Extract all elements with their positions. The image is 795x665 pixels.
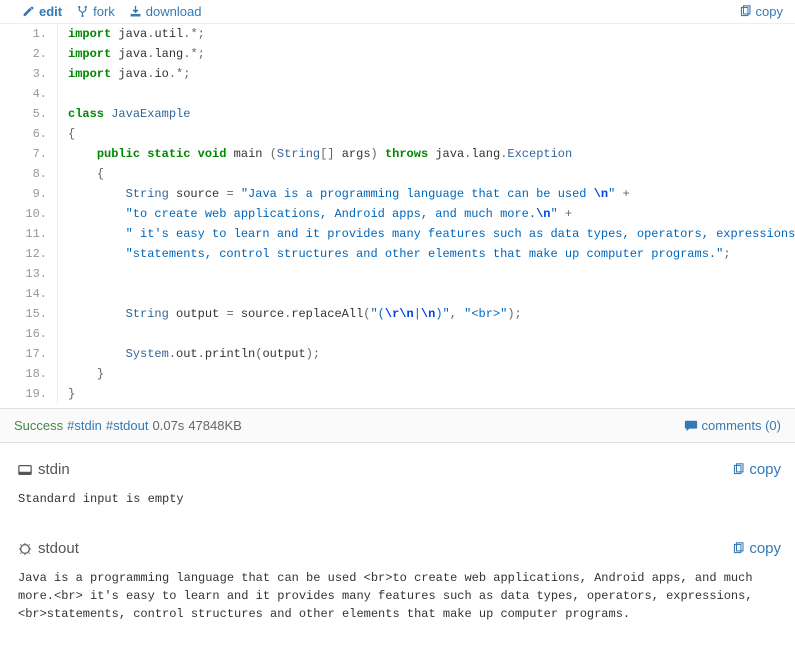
- code-line[interactable]: [58, 84, 795, 104]
- code-row: 18. }: [0, 364, 795, 384]
- line-number: 8.: [0, 164, 58, 184]
- code-line[interactable]: {: [58, 164, 795, 184]
- line-number: 1.: [0, 24, 58, 44]
- code-line[interactable]: import java.io.*;: [58, 64, 795, 84]
- code-row: 1.import java.util.*;: [0, 24, 795, 44]
- line-number: 2.: [0, 44, 58, 64]
- edit-label: edit: [39, 4, 62, 19]
- line-number: 14.: [0, 284, 58, 304]
- code-editor[interactable]: 1.import java.util.*;2.import java.lang.…: [0, 24, 795, 404]
- fork-link[interactable]: fork: [76, 4, 115, 19]
- code-line[interactable]: String source = "Java is a programming l…: [58, 184, 795, 204]
- copy-icon: [739, 5, 752, 18]
- code-line[interactable]: [58, 324, 795, 344]
- code-row: 8. {: [0, 164, 795, 184]
- code-row: 9. String source = "Java is a programmin…: [0, 184, 795, 204]
- line-number: 11.: [0, 224, 58, 244]
- download-label: download: [146, 4, 202, 19]
- line-number: 5.: [0, 104, 58, 124]
- line-number: 19.: [0, 384, 58, 404]
- line-number: 9.: [0, 184, 58, 204]
- edit-link[interactable]: edit: [22, 4, 62, 19]
- code-line[interactable]: import java.lang.*;: [58, 44, 795, 64]
- code-line[interactable]: [58, 264, 795, 284]
- stdin-anchor-link[interactable]: #stdin: [67, 418, 102, 433]
- copy-icon: [732, 542, 745, 555]
- code-line[interactable]: public static void main (String[] args) …: [58, 144, 795, 164]
- stdin-header: stdin copy: [0, 443, 795, 484]
- copy-stdout-link[interactable]: copy: [732, 540, 781, 557]
- line-number: 3.: [0, 64, 58, 84]
- line-number: 17.: [0, 344, 58, 364]
- code-line[interactable]: "to create web applications, Android app…: [58, 204, 795, 224]
- code-row: 11. " it's easy to learn and it provides…: [0, 224, 795, 244]
- download-icon: [129, 5, 142, 18]
- code-line[interactable]: "statements, control structures and othe…: [58, 244, 795, 264]
- code-row: 3.import java.io.*;: [0, 64, 795, 84]
- line-number: 12.: [0, 244, 58, 264]
- copy-stdin-label: copy: [749, 461, 781, 478]
- code-row: 19.}: [0, 384, 795, 404]
- line-number: 6.: [0, 124, 58, 144]
- stdin-title: stdin: [38, 461, 70, 478]
- code-row: 17. System.out.println(output);: [0, 344, 795, 364]
- code-line[interactable]: " it's easy to learn and it provides man…: [58, 224, 795, 244]
- comments-label: comments (0): [702, 418, 781, 433]
- toolbar-left: edit fork download: [22, 4, 201, 19]
- comments-link[interactable]: comments (0): [684, 418, 781, 433]
- copy-code-link[interactable]: copy: [739, 4, 783, 19]
- line-number: 4.: [0, 84, 58, 104]
- code-row: 5.class JavaExample: [0, 104, 795, 124]
- code-row: 14.: [0, 284, 795, 304]
- stdout-title: stdout: [38, 540, 79, 557]
- code-line[interactable]: import java.util.*;: [58, 24, 795, 44]
- comment-icon: [684, 419, 697, 432]
- copy-icon: [732, 463, 745, 476]
- fork-label: fork: [93, 4, 115, 19]
- code-row: 6.{: [0, 124, 795, 144]
- status-success: Success: [14, 418, 63, 433]
- status-memory: 47848KB: [188, 418, 242, 433]
- code-line[interactable]: }: [58, 384, 795, 404]
- line-number: 16.: [0, 324, 58, 344]
- copy-stdin-link[interactable]: copy: [732, 461, 781, 478]
- fork-icon: [76, 5, 89, 18]
- edit-icon: [22, 5, 35, 18]
- copy-label: copy: [756, 4, 783, 19]
- stdout-body: Java is a programming language that can …: [0, 563, 795, 637]
- code-line[interactable]: class JavaExample: [58, 104, 795, 124]
- code-row: 12. "statements, control structures and …: [0, 244, 795, 264]
- stdout-anchor-link[interactable]: #stdout: [106, 418, 149, 433]
- status-left: Success #stdin #stdout 0.07s 47848KB: [14, 418, 242, 433]
- line-number: 18.: [0, 364, 58, 384]
- code-line[interactable]: {: [58, 124, 795, 144]
- stdin-icon: [18, 463, 31, 476]
- line-number: 10.: [0, 204, 58, 224]
- code-row: 15. String output = source.replaceAll("(…: [0, 304, 795, 324]
- line-number: 7.: [0, 144, 58, 164]
- code-row: 10. "to create web applications, Android…: [0, 204, 795, 224]
- status-bar: Success #stdin #stdout 0.07s 47848KB com…: [0, 408, 795, 443]
- copy-stdout-label: copy: [749, 540, 781, 557]
- code-line[interactable]: String output = source.replaceAll("(\r\n…: [58, 304, 795, 324]
- stdout-header: stdout copy: [0, 522, 795, 563]
- stdout-icon: [18, 542, 31, 555]
- line-number: 13.: [0, 264, 58, 284]
- code-row: 7. public static void main (String[] arg…: [0, 144, 795, 164]
- toolbar: edit fork download copy: [0, 0, 795, 24]
- stdin-body: Standard input is empty: [0, 484, 795, 522]
- code-line[interactable]: [58, 284, 795, 304]
- code-line[interactable]: }: [58, 364, 795, 384]
- code-row: 4.: [0, 84, 795, 104]
- code-line[interactable]: System.out.println(output);: [58, 344, 795, 364]
- code-row: 13.: [0, 264, 795, 284]
- line-number: 15.: [0, 304, 58, 324]
- status-time: 0.07s: [153, 418, 185, 433]
- download-link[interactable]: download: [129, 4, 202, 19]
- code-row: 16.: [0, 324, 795, 344]
- code-row: 2.import java.lang.*;: [0, 44, 795, 64]
